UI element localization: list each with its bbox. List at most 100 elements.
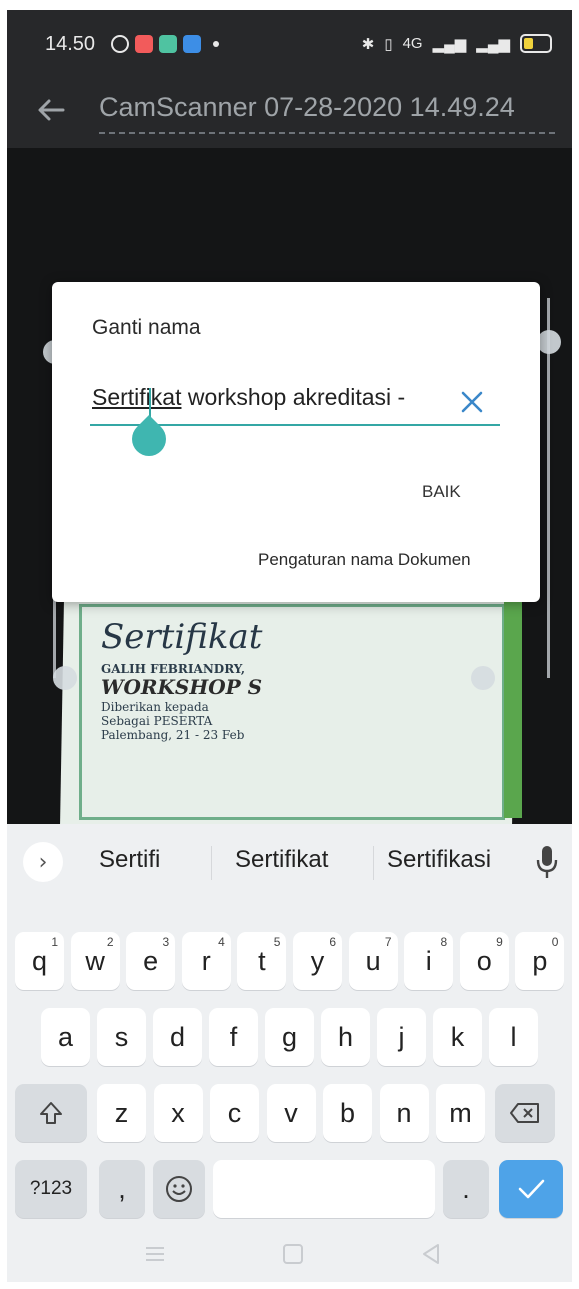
app-notification-icon xyxy=(135,35,153,53)
home-icon[interactable] xyxy=(281,1242,305,1266)
key-w[interactable]: w2 xyxy=(70,932,120,990)
key-n[interactable]: n xyxy=(379,1084,429,1142)
battery-icon xyxy=(520,34,552,53)
key-m[interactable]: m xyxy=(436,1084,485,1142)
key-i[interactable]: i8 xyxy=(404,932,454,990)
suggestion-3[interactable]: Sertifikasi xyxy=(387,846,491,874)
key-q[interactable]: q1 xyxy=(15,932,64,990)
certificate-line: Sebagai PESERTA xyxy=(101,714,213,728)
crop-handle[interactable] xyxy=(471,666,495,690)
key-label: d xyxy=(169,1021,186,1052)
key-number-hint: 0 xyxy=(551,935,559,949)
key-label: h xyxy=(337,1021,354,1052)
whatsapp-icon xyxy=(111,35,129,53)
key-y[interactable]: y6 xyxy=(293,932,342,990)
key-r[interactable]: r4 xyxy=(181,932,231,990)
emoji-icon xyxy=(166,1176,192,1202)
notification-icons xyxy=(111,34,219,54)
shift-key[interactable] xyxy=(15,1084,87,1142)
key-l[interactable]: l xyxy=(489,1008,538,1066)
name-input[interactable]: Sertifikat workshop akreditasi - xyxy=(92,384,432,411)
key-number-hint: 5 xyxy=(273,935,281,949)
key-label: p xyxy=(532,945,548,976)
comma-key[interactable]: , xyxy=(99,1160,145,1218)
document-naming-settings-link[interactable]: Pengaturan nama Dokumen xyxy=(258,550,471,570)
crop-handle[interactable] xyxy=(53,666,77,690)
key-d[interactable]: d xyxy=(153,1008,202,1066)
signal-icon: ▂▄▆ xyxy=(432,35,467,53)
suggestion-2[interactable]: Sertifikat xyxy=(235,846,328,874)
chevron-right-icon[interactable]: › xyxy=(23,842,63,882)
key-e[interactable]: e3 xyxy=(126,932,176,990)
emoji-key[interactable] xyxy=(153,1160,205,1218)
done-key[interactable] xyxy=(499,1160,563,1218)
more-notifications-dot xyxy=(213,41,219,47)
key-b[interactable]: b xyxy=(323,1084,372,1142)
crop-edge xyxy=(547,298,550,678)
suggestion-divider xyxy=(211,846,212,880)
symbols-key[interactable]: ?123 xyxy=(15,1160,87,1218)
certificate-edge xyxy=(504,598,522,818)
key-label: l xyxy=(510,1021,517,1052)
input-composing-word: Sertifikat xyxy=(92,384,182,410)
suggestion-bar: › Sertifi Sertifikat Sertifikasi xyxy=(7,824,572,898)
key-label: u xyxy=(365,945,381,976)
key-label: q xyxy=(31,945,48,976)
key-label: z xyxy=(114,1097,129,1128)
key-number-hint: 9 xyxy=(496,935,503,949)
key-label: k xyxy=(450,1021,465,1052)
crop-handle[interactable] xyxy=(537,330,561,354)
key-label: o xyxy=(476,945,492,976)
system-navigation-bar xyxy=(7,1222,572,1282)
backspace-key[interactable] xyxy=(495,1084,555,1142)
key-label: i xyxy=(425,945,432,976)
key-h[interactable]: h xyxy=(321,1008,370,1066)
key-label: m xyxy=(449,1097,472,1128)
ok-button[interactable]: BAIK xyxy=(422,482,461,502)
key-label: g xyxy=(281,1021,298,1052)
status-time: 14.50 xyxy=(45,33,96,55)
key-z[interactable]: z xyxy=(97,1084,146,1142)
key-label: w xyxy=(85,945,105,976)
key-label: t xyxy=(258,945,266,976)
dialog-title: Ganti nama xyxy=(92,316,201,339)
key-label: b xyxy=(339,1097,356,1128)
key-j[interactable]: j xyxy=(377,1008,426,1066)
key-label: j xyxy=(398,1021,405,1052)
microphone-icon[interactable] xyxy=(535,844,559,880)
bluetooth-icon: ✱ xyxy=(361,35,375,53)
document-title[interactable]: CamScanner 07-28-2020 14.49.24 xyxy=(99,92,515,123)
menu-icon[interactable] xyxy=(143,1244,167,1264)
suggestion-1[interactable]: Sertifi xyxy=(99,846,160,874)
key-c[interactable]: c xyxy=(210,1084,259,1142)
vibrate-icon: ▯ xyxy=(384,35,393,53)
period-key[interactable]: . xyxy=(443,1160,489,1218)
back-triangle-icon[interactable] xyxy=(419,1242,443,1266)
rename-dialog: Ganti nama Sertifikat workshop akreditas… xyxy=(52,282,540,602)
space-key[interactable] xyxy=(213,1160,435,1218)
key-s[interactable]: s xyxy=(97,1008,146,1066)
cursor-handle[interactable] xyxy=(124,414,174,464)
network-type: 4G xyxy=(402,35,423,52)
back-arrow-icon[interactable] xyxy=(35,94,67,126)
key-x[interactable]: x xyxy=(153,1084,203,1142)
clear-icon[interactable] xyxy=(458,388,486,416)
key-g[interactable]: g xyxy=(265,1008,314,1066)
certificate-line: Diberikan kepada xyxy=(101,700,209,714)
key-number-hint: 7 xyxy=(384,935,392,949)
key-k[interactable]: k xyxy=(433,1008,482,1066)
status-right: ✱ ▯ 4G ▂▄▆ ▂▄▆ xyxy=(362,34,552,53)
key-o[interactable]: o9 xyxy=(459,932,509,990)
key-u[interactable]: u7 xyxy=(348,932,398,990)
shift-icon xyxy=(40,1102,62,1124)
key-a[interactable]: a xyxy=(41,1008,90,1066)
key-number-hint: 3 xyxy=(162,935,170,949)
app-notification-icon xyxy=(183,35,201,53)
key-f[interactable]: f xyxy=(209,1008,258,1066)
key-v[interactable]: v xyxy=(266,1084,316,1142)
key-t[interactable]: t5 xyxy=(237,932,287,990)
key-label: s xyxy=(114,1021,129,1052)
key-label: c xyxy=(227,1097,242,1128)
backspace-icon xyxy=(510,1103,539,1123)
key-p[interactable]: p0 xyxy=(515,932,565,990)
